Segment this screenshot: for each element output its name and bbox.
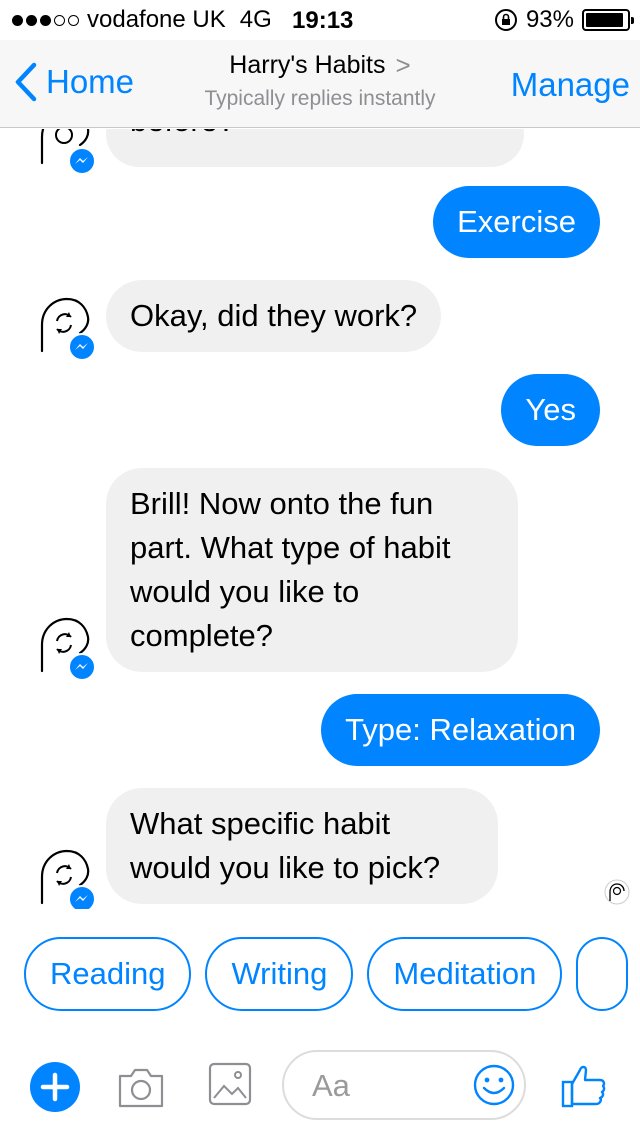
message-input-field[interactable] [282, 1050, 526, 1120]
messenger-badge-icon [68, 653, 96, 681]
orientation-lock-icon [494, 9, 517, 31]
bot-message: What specific habit would you like to pi… [106, 788, 498, 904]
battery-level [586, 13, 624, 27]
quick-replies: Reading Writing Meditation [24, 937, 629, 1011]
emoji-icon[interactable] [472, 1063, 516, 1107]
network-type: 4G [239, 6, 272, 33]
battery-icon [582, 9, 634, 31]
user-message: Type: Relaxation [321, 694, 600, 766]
page-title: Harry's Habits [229, 51, 386, 79]
status-bar: vodafone UK 4G 19:13 93% [0, 0, 640, 40]
quick-reply-meditation[interactable]: Meditation [367, 937, 563, 1011]
bot-message: before? [106, 129, 524, 167]
manage-button[interactable]: Manage [511, 66, 630, 104]
thumbs-up-icon[interactable] [560, 1060, 610, 1110]
quick-reply-reading[interactable]: Reading [24, 937, 192, 1011]
signal-strength-icon [12, 14, 79, 26]
messenger-badge-icon [68, 147, 96, 175]
status-right: 93% [494, 6, 634, 34]
composer [0, 1040, 640, 1136]
message-input[interactable] [312, 1066, 462, 1106]
messenger-badge-icon [68, 885, 96, 909]
seen-avatar-icon [604, 879, 630, 905]
camera-icon[interactable] [116, 1062, 166, 1112]
chevron-right-icon: > [395, 50, 411, 80]
bot-message: Okay, did they work? [106, 280, 442, 352]
image-icon[interactable] [208, 1060, 252, 1108]
messenger-badge-icon [68, 333, 96, 361]
clock: 19:13 [292, 7, 354, 34]
user-message: Exercise [433, 186, 600, 258]
nav-bar: Home Harry's Habits > Typically replies … [0, 40, 640, 128]
plus-icon[interactable] [30, 1062, 80, 1112]
quick-reply-writing[interactable]: Writing [205, 937, 354, 1011]
quick-reply-more[interactable] [576, 937, 629, 1011]
battery-percentage: 93% [525, 6, 574, 33]
bot-message: Brill! Now onto the fun part. What type … [106, 468, 518, 672]
carrier-name: vodafone UK [87, 6, 226, 33]
conversation[interactable]: before? Exercise Okay, did they work? Ye… [0, 129, 640, 909]
user-message: Yes [501, 374, 600, 446]
